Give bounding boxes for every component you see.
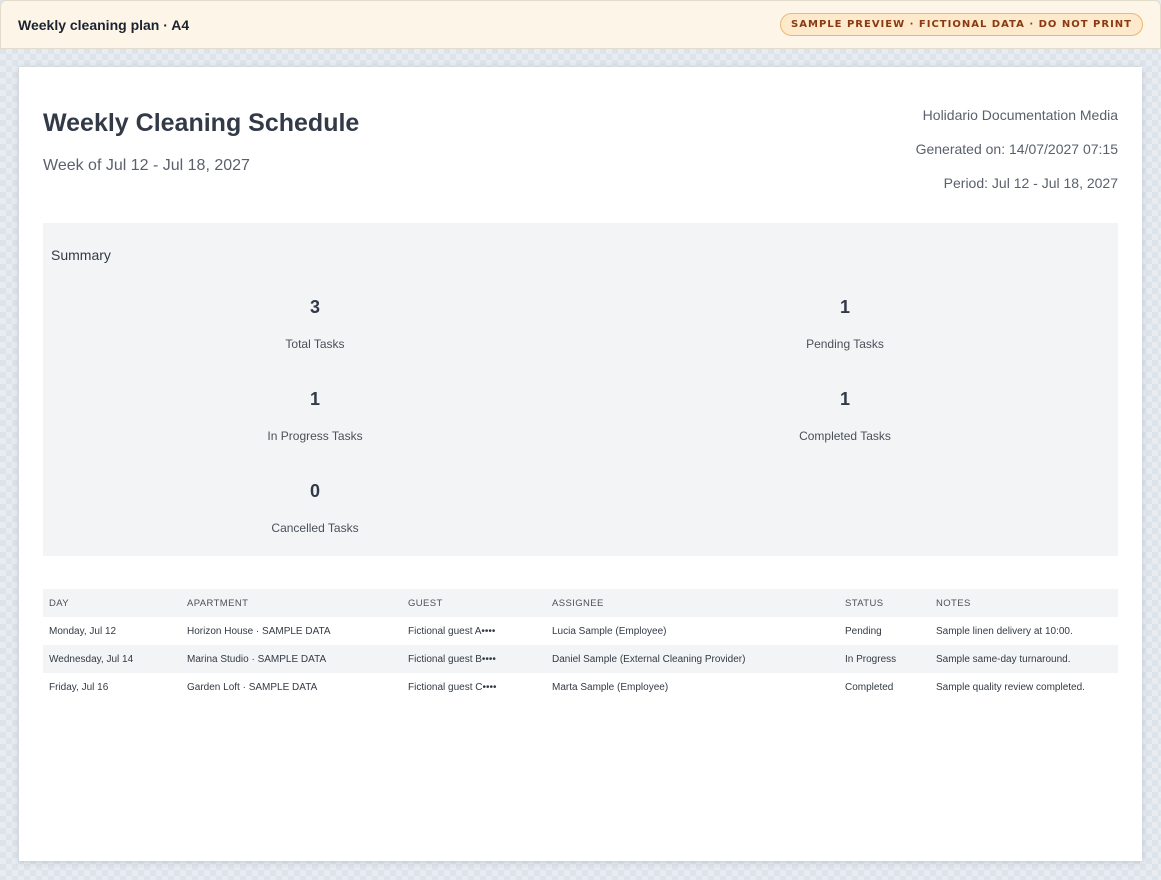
summary-heading: Summary [51, 247, 111, 263]
cell-guest: Fictional guest A•••• [408, 625, 496, 637]
cleaning-tasks-table: DAY APARTMENT GUEST ASSIGNEE STATUS NOTE… [43, 589, 1118, 701]
cell-notes: Sample same-day turnaround. [936, 653, 1071, 665]
summary-panel: Summary 3 Total Tasks 1 Pending Tasks 1 … [43, 223, 1118, 556]
cell-day: Friday, Jul 16 [49, 681, 109, 693]
column-header-day: DAY [49, 597, 70, 609]
column-header-guest: GUEST [408, 597, 443, 609]
table-row: Wednesday, Jul 14 Marina Studio · SAMPLE… [43, 645, 1118, 673]
week-subtitle: Week of Jul 12 - Jul 18, 2027 [43, 157, 250, 174]
stat-label: Completed Tasks [799, 429, 891, 443]
stat-in-progress-tasks: 1 In Progress Tasks [165, 389, 465, 443]
company-name: Holidario Documentation Media [922, 107, 1118, 123]
cell-apartment: Marina Studio · SAMPLE DATA [187, 653, 327, 665]
stat-value: 1 [309, 389, 320, 409]
stat-value: 0 [309, 481, 320, 501]
generated-date: Generated on: 14/07/2027 07:15 [915, 141, 1118, 157]
cell-assignee: Daniel Sample (External Cleaning Provide… [552, 653, 746, 665]
table-header-row: DAY APARTMENT GUEST ASSIGNEE STATUS NOTE… [43, 589, 1118, 617]
column-header-status: STATUS [845, 597, 884, 609]
stat-cancelled-tasks: 0 Cancelled Tasks [165, 481, 465, 535]
cell-status: In Progress [845, 653, 897, 665]
document-header: Weekly Cleaning Schedule Week of Jul 12 … [43, 105, 1118, 215]
window-title: Weekly cleaning plan · A4 [18, 16, 190, 33]
stat-value: 1 [839, 389, 850, 409]
stat-label: In Progress Tasks [267, 429, 363, 443]
cell-notes: Sample quality review completed. [936, 681, 1085, 693]
stat-total-tasks: 3 Total Tasks [165, 297, 465, 351]
stat-label: Total Tasks [285, 337, 345, 351]
column-header-assignee: ASSIGNEE [552, 597, 604, 609]
cell-assignee: Marta Sample (Employee) [552, 681, 669, 693]
cell-notes: Sample linen delivery at 10:00. [936, 625, 1073, 637]
column-header-apartment: APARTMENT [187, 597, 249, 609]
stat-label: Pending Tasks [806, 337, 884, 351]
cell-day: Wednesday, Jul 14 [49, 653, 134, 665]
cell-status: Pending [845, 625, 882, 637]
sample-preview-badge: SAMPLE PREVIEW · FICTIONAL DATA · DO NOT… [780, 13, 1143, 36]
cell-guest: Fictional guest B•••• [408, 653, 496, 665]
stat-completed-tasks: 1 Completed Tasks [695, 389, 995, 443]
stat-pending-tasks: 1 Pending Tasks [695, 297, 995, 351]
table-row: Monday, Jul 12 Horizon House · SAMPLE DA… [43, 617, 1118, 645]
cell-apartment: Horizon House · SAMPLE DATA [187, 625, 331, 637]
column-header-notes: NOTES [936, 597, 971, 609]
table-row: Friday, Jul 16 Garden Loft · SAMPLE DATA… [43, 673, 1118, 701]
stat-label: Cancelled Tasks [271, 521, 359, 535]
cell-day: Monday, Jul 12 [49, 625, 117, 637]
stat-value: 1 [839, 297, 850, 317]
period-range: Period: Jul 12 - Jul 18, 2027 [943, 175, 1118, 191]
cell-assignee: Lucia Sample (Employee) [552, 625, 667, 637]
cell-apartment: Garden Loft · SAMPLE DATA [187, 681, 318, 693]
preview-toolbar: Weekly cleaning plan · A4 SAMPLE PREVIEW… [0, 0, 1161, 49]
document-meta: Holidario Documentation Media Generated … [916, 107, 1118, 209]
stat-value: 3 [309, 297, 320, 317]
cell-status: Completed [845, 681, 894, 693]
page-title: Weekly Cleaning Schedule [43, 109, 360, 137]
document-page: Weekly Cleaning Schedule Week of Jul 12 … [19, 67, 1142, 861]
cell-guest: Fictional guest C•••• [408, 681, 497, 693]
